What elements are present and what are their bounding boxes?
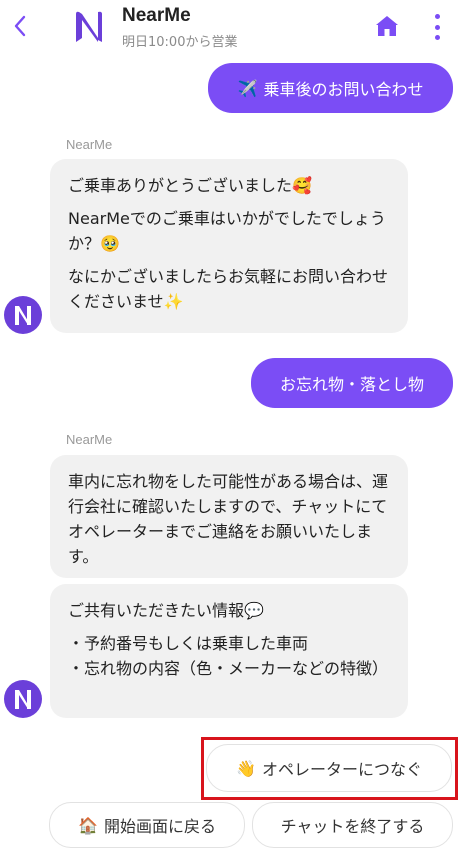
pleading-face-icon: 🥹 xyxy=(100,234,120,253)
message-text: 乗車後のお問い合わせ xyxy=(263,80,424,99)
house-icon: 🏠 xyxy=(78,815,98,835)
message-text: ・忘れ物の内容（色・メーカーなどの特徴） xyxy=(68,659,389,678)
chat-header: NearMe 明日10:00から営業 xyxy=(0,0,465,56)
smiling-hearts-icon: 🥰 xyxy=(292,176,312,195)
business-hours-status: 明日10:00から営業 xyxy=(122,35,238,50)
sparkles-icon: ✨ xyxy=(163,292,184,311)
message-text: 車内に忘れ物をした可能性がある場合は、運行会社に確認いたしますので、チャットにて… xyxy=(68,472,389,566)
message-text: ご共有いただきたい情報 xyxy=(68,601,245,620)
message-text: お忘れ物・落とし物 xyxy=(279,375,424,394)
more-dot-icon xyxy=(434,24,440,30)
home-button[interactable] xyxy=(374,13,400,39)
message-text: なにかございましたらお気軽にお問い合わせくださいませ xyxy=(68,267,389,311)
waving-hand-icon: 👋 xyxy=(236,758,256,778)
user-message: ✈️ 乗車後のお問い合わせ xyxy=(208,63,453,113)
user-message: お忘れ物・落とし物 xyxy=(251,358,453,408)
bot-sender-name: NearMe xyxy=(66,137,113,152)
chat-title: NearMe xyxy=(122,5,191,26)
bot-message: ご乗車ありがとうございました🥰 NearMeでのご乗車はいかがでしたでしょうか？… xyxy=(50,159,408,333)
more-dot-icon xyxy=(434,35,440,40)
message-text: ・予約番号もしくは乗車した車両 xyxy=(68,634,309,653)
home-icon xyxy=(376,16,398,36)
bot-avatar xyxy=(4,680,42,718)
bot-message: 車内に忘れ物をした可能性がある場合は、運行会社に確認いたしますので、チャットにて… xyxy=(50,455,408,578)
button-label: オペレーターにつなぐ xyxy=(261,760,422,779)
more-menu-button[interactable] xyxy=(430,14,444,40)
nearme-logo-icon xyxy=(15,306,31,325)
bot-message: ご共有いただきたい情報💬 ・予約番号もしくは乗車した車両 ・忘れ物の内容（色・メ… xyxy=(50,584,408,718)
button-label: チャットを終了する xyxy=(280,817,425,836)
end-chat-button[interactable]: チャットを終了する xyxy=(252,802,453,848)
connect-operator-button[interactable]: 👋 オペレーターにつなぐ xyxy=(206,744,452,792)
back-button[interactable] xyxy=(8,12,32,40)
airplane-icon: ✈️ xyxy=(237,78,258,98)
back-to-start-button[interactable]: 🏠 開始画面に戻る xyxy=(49,802,245,848)
more-dot-icon xyxy=(434,14,440,19)
speech-bubble-icon: 💬 xyxy=(244,601,264,620)
message-text: ご乗車ありがとうございました xyxy=(68,176,293,195)
nearme-logo-icon xyxy=(15,690,31,709)
bot-avatar xyxy=(4,296,42,334)
button-label: 開始画面に戻る xyxy=(103,817,216,836)
chevron-left-icon xyxy=(14,15,26,37)
bot-sender-name: NearMe xyxy=(66,432,113,447)
nearme-logo xyxy=(76,11,102,42)
